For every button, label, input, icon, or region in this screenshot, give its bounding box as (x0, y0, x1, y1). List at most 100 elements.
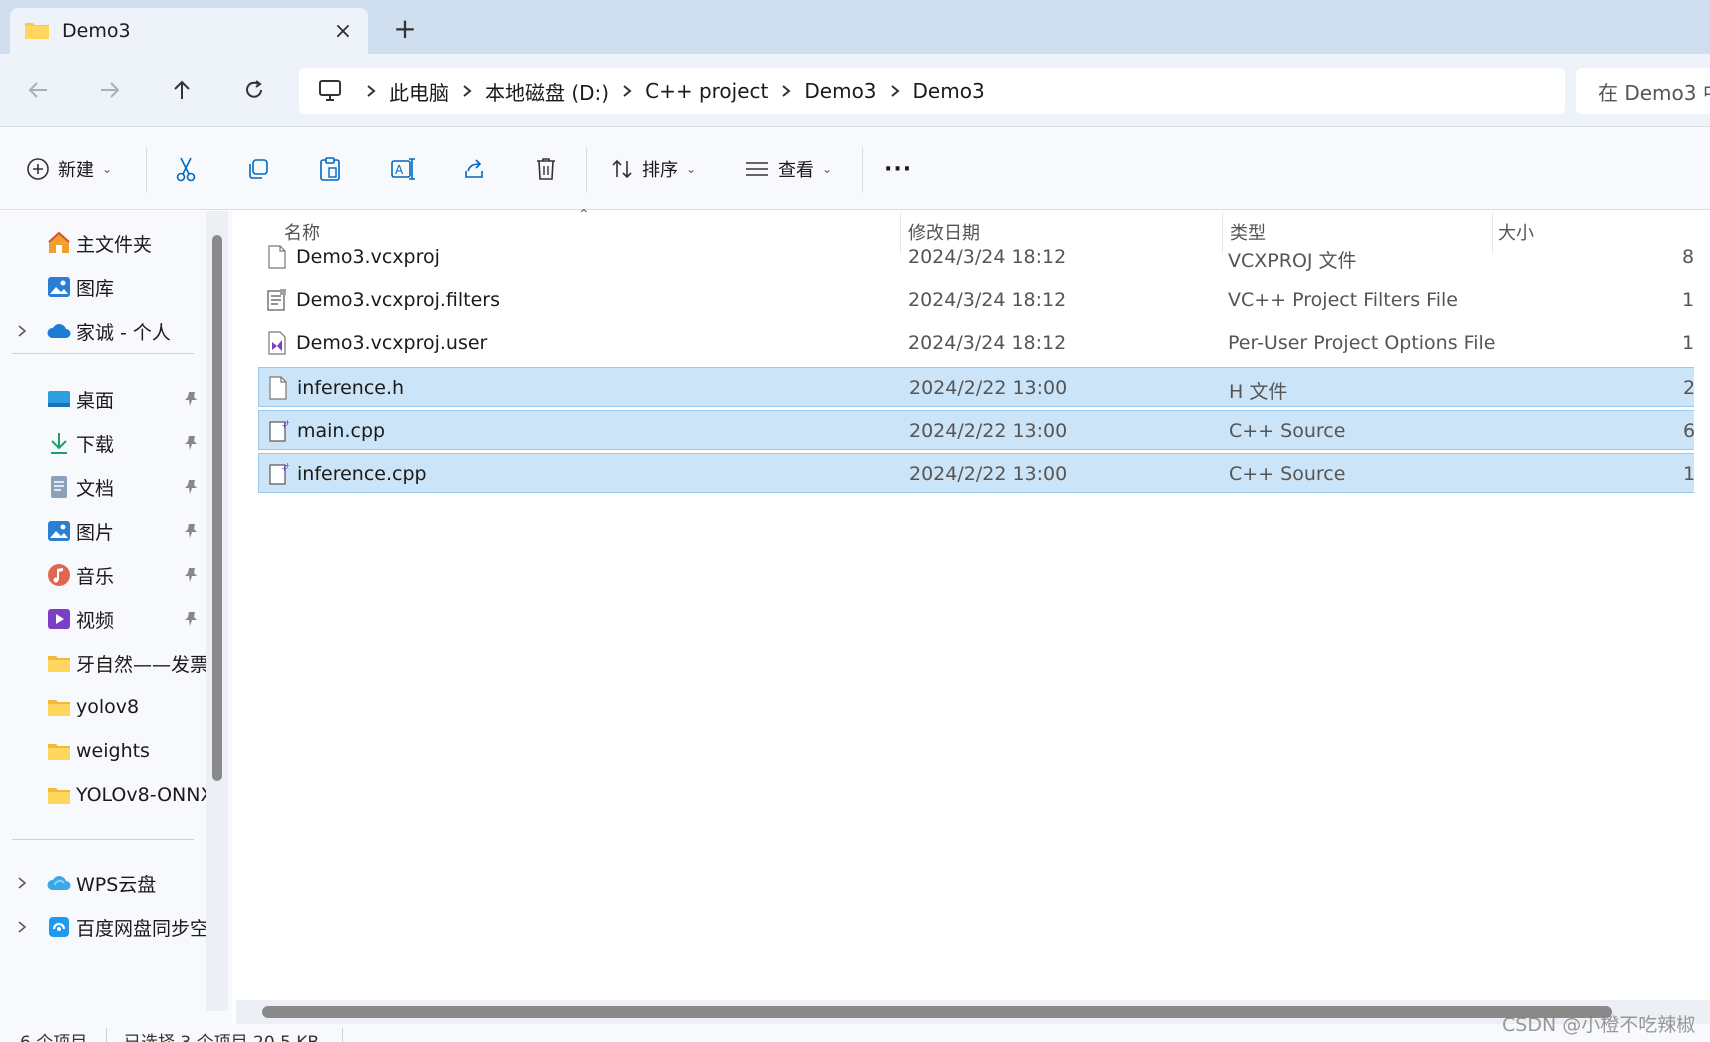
breadcrumb-item-demo3-current[interactable]: Demo3 (913, 79, 985, 103)
pin-icon[interactable] (182, 566, 200, 584)
file-name: Demo3.vcxproj.filters (296, 289, 501, 311)
pin-icon[interactable] (182, 434, 200, 452)
file-name: main.cpp (297, 420, 386, 442)
pin-icon[interactable] (182, 610, 200, 628)
chevron-right-icon[interactable] (449, 84, 485, 98)
delete-button[interactable] (534, 149, 558, 189)
forward-button[interactable] (92, 72, 128, 108)
copy-button[interactable] (246, 149, 270, 189)
toolbar-divider (586, 147, 587, 193)
breadcrumb[interactable]: 此电脑 本地磁盘 (D:) C++ project Demo3 Demo3 (299, 68, 1565, 114)
new-tab-button[interactable]: + (390, 14, 420, 44)
breadcrumb-item-this-pc[interactable]: 此电脑 (389, 77, 449, 106)
sidebar-item-baidu-netdisk[interactable]: 百度网盘同步空间 (0, 907, 210, 947)
sidebar-item-label: yolov8 (76, 696, 140, 718)
sidebar-divider (12, 839, 194, 840)
sidebar-item-videos[interactable]: 视频 (0, 599, 210, 639)
file-type: H 文件 (1229, 381, 1288, 403)
chevron-right-icon[interactable] (14, 919, 30, 935)
item-count: 6 个项目 (20, 1028, 87, 1042)
clipboard-icon (320, 157, 340, 181)
sidebar-item-documents[interactable]: 文档 (0, 467, 210, 507)
sort-button[interactable]: 排序 ⌄ (610, 149, 696, 189)
sidebar-item-folder-invoice[interactable]: 牙自然——发票 (0, 643, 210, 683)
file-size: 1 (1682, 289, 1695, 311)
sidebar-divider (12, 353, 194, 354)
chevron-right-icon[interactable] (609, 84, 645, 98)
file-size: 8 (1682, 246, 1695, 268)
status-divider (106, 1028, 107, 1042)
tab-close-button[interactable]: × (328, 16, 358, 46)
rename-icon: A (391, 158, 415, 180)
cut-button[interactable] (174, 149, 198, 189)
file-type: VCXPROJ 文件 (1228, 250, 1357, 272)
sidebar-item-folder-yolov8-onnx[interactable]: YOLOv8-ONNX (0, 775, 210, 815)
up-button[interactable] (164, 72, 200, 108)
new-button[interactable]: 新建 ⌄ (26, 149, 112, 189)
chevron-down-icon: ⌄ (822, 162, 833, 176)
sidebar-item-pictures[interactable]: 图片 (0, 511, 210, 551)
vertical-scrollbar-track[interactable] (1694, 211, 1710, 1001)
file-row[interactable]: Demo3.vcxproj 2024/3/24 18:12 VCXPROJ 文件… (258, 237, 1698, 277)
view-button[interactable]: 查看 ⌄ (744, 149, 832, 189)
arrow-left-icon (28, 82, 47, 98)
share-button[interactable] (462, 149, 486, 189)
sidebar-item-folder-weights[interactable]: weights (0, 731, 210, 771)
video-icon (48, 609, 70, 629)
watermark: CSDN @小橙不吃辣椒 (1502, 1014, 1696, 1036)
cpp-file-icon: ++ (269, 462, 289, 485)
title-bar: Demo3 × + (0, 0, 1710, 54)
file-type: VC++ Project Filters File (1228, 289, 1458, 311)
breadcrumb-item-cpp-project[interactable]: C++ project (645, 79, 768, 103)
file-type: C++ Source (1229, 463, 1346, 485)
sidebar-scrollbar[interactable] (212, 235, 222, 781)
pin-icon[interactable] (182, 478, 200, 496)
sidebar-item-music[interactable]: 音乐 (0, 555, 210, 595)
file-row[interactable]: + + inference.cpp 2024/2/22 13:00 C++ Sou… (258, 453, 1707, 493)
chevron-right-icon[interactable] (877, 84, 913, 98)
back-button[interactable] (20, 72, 56, 108)
more-options-button[interactable]: ··· (884, 149, 912, 189)
sidebar-item-folder-yolov8[interactable]: yolov8 (0, 687, 210, 727)
chevron-right-icon[interactable] (768, 84, 804, 98)
sidebar-item-downloads[interactable]: 下载 (0, 423, 210, 463)
chevron-up-icon: ⌃ (578, 207, 590, 223)
svg-text:+: + (284, 419, 289, 427)
pin-icon[interactable] (182, 522, 200, 540)
file-type: Per-User Project Options File (1228, 332, 1496, 354)
search-input[interactable]: 在 Demo3 中 (1576, 68, 1710, 114)
desktop-icon (48, 391, 70, 407)
file-row[interactable]: Demo3.vcxproj.filters 2024/3/24 18:12 VC… (258, 280, 1698, 320)
file-icon (268, 245, 286, 269)
status-divider (342, 1028, 343, 1042)
chevron-right-icon[interactable] (353, 84, 389, 98)
home-icon (48, 231, 70, 253)
rename-button[interactable]: A (390, 149, 416, 189)
file-row[interactable]: + + main.cpp 2024/2/22 13:00 C++ Source 6 (258, 410, 1698, 450)
address-bar-row: 此电脑 本地磁盘 (D:) C++ project Demo3 Demo3 在 … (0, 54, 1710, 126)
chevron-right-icon[interactable] (14, 323, 30, 339)
sidebar-item-gallery[interactable]: 图库 (0, 267, 210, 307)
toolbar-divider (146, 147, 147, 193)
horizontal-scrollbar[interactable] (262, 1006, 1612, 1018)
sidebar-item-home[interactable]: 主文件夹 (0, 223, 210, 263)
refresh-button[interactable] (236, 72, 272, 108)
gallery-icon (48, 277, 70, 297)
sidebar-item-label: 百度网盘同步空间 (76, 917, 206, 940)
scissors-icon (176, 157, 196, 182)
list-view-icon (746, 162, 768, 176)
sort-icon (612, 159, 632, 179)
paste-button[interactable] (318, 149, 342, 189)
breadcrumb-item-local-disk[interactable]: 本地磁盘 (D:) (485, 77, 609, 106)
file-row[interactable]: inference.h 2024/2/22 13:00 H 文件 2 (258, 367, 1698, 407)
breadcrumb-item-demo3[interactable]: Demo3 (804, 79, 876, 103)
chevron-right-icon[interactable] (14, 875, 30, 891)
file-row[interactable]: Demo3.vcxproj.user 2024/3/24 18:12 Per-U… (258, 323, 1698, 363)
status-bar: 6 个项目 已选择 3 个项目 20.5 KB (0, 1024, 1710, 1042)
tab-demo3[interactable]: Demo3 × (10, 8, 368, 54)
sidebar-item-label: weights (76, 740, 150, 762)
sidebar-item-wps-cloud[interactable]: WPS云盘 (0, 863, 210, 903)
sidebar-item-onedrive[interactable]: 家诚 - 个人 (0, 311, 210, 351)
sidebar-item-desktop[interactable]: 桌面 (0, 379, 210, 419)
pin-icon[interactable] (182, 390, 200, 408)
